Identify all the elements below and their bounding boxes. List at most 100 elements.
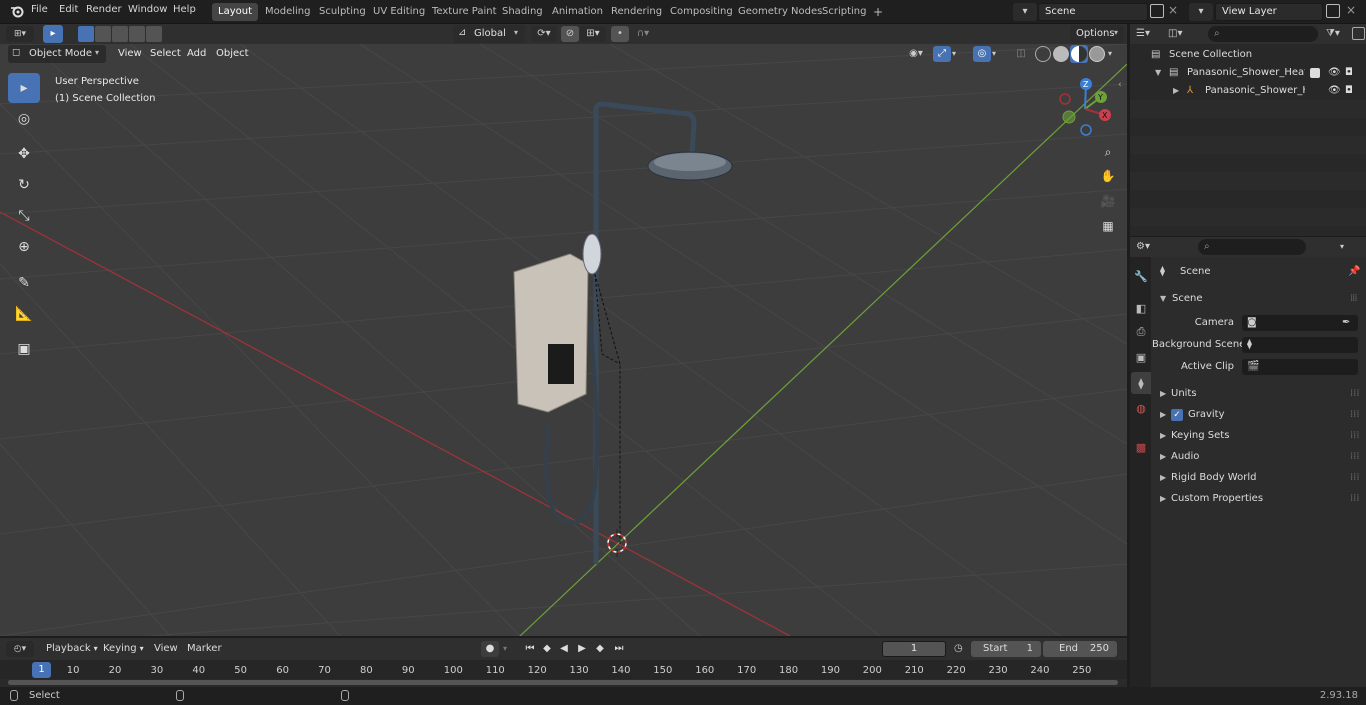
tab-modeling[interactable]: Modeling — [259, 3, 317, 21]
tab-sculpting[interactable]: Sculpting — [313, 3, 372, 21]
sidebar-toggle-icon[interactable]: ‹ — [1118, 80, 1122, 90]
scene-tab-icon[interactable]: ⧫ — [1131, 372, 1151, 394]
pivot-point-icon[interactable]: ⟳▾ — [531, 26, 557, 42]
select-mode-invert-icon[interactable] — [129, 26, 145, 42]
proportional-falloff-icon[interactable]: ∩▾ — [631, 26, 655, 42]
ortho-toggle-icon[interactable]: ▦ — [1098, 216, 1118, 236]
gravity-panel-header[interactable]: ▶ ✓ Gravity ⁞⁞⁞ — [1152, 405, 1366, 425]
add-workspace-button[interactable]: + — [867, 3, 889, 21]
properties-editor-type-icon[interactable]: ⚙▾ — [1136, 239, 1162, 255]
viewport-menu-select[interactable]: Select — [150, 48, 181, 59]
delete-view-layer-icon[interactable]: × — [1346, 3, 1356, 17]
gizmo-dropdown-icon[interactable]: ▾ — [952, 46, 964, 62]
3d-viewport[interactable]: ◻ Object Mode ▾ View Select Add Object ◉… — [0, 44, 1127, 636]
tab-rendering[interactable]: Rendering — [605, 3, 668, 21]
select-mode-new-icon[interactable] — [78, 26, 94, 42]
rotate-tool-icon[interactable]: ↻ — [8, 170, 40, 200]
drag-handle-icon[interactable]: ⁞⁞⁞ — [1350, 289, 1357, 309]
tab-scripting[interactable]: Scripting — [816, 3, 872, 21]
viewport-menu-object[interactable]: Object — [216, 48, 249, 59]
rigid-body-world-panel-header[interactable]: ▶ Rigid Body World ⁞⁞⁞ — [1152, 468, 1366, 488]
display-mode-icon[interactable]: ◫▾ — [1168, 26, 1194, 42]
gravity-checkbox[interactable]: ✓ — [1171, 409, 1183, 421]
scale-tool-icon[interactable]: ⤡ — [8, 201, 40, 231]
select-mode-subtract-icon[interactable] — [112, 26, 128, 42]
timeline-view-menu[interactable]: View — [154, 643, 178, 654]
properties-search-input[interactable]: ⌕ — [1198, 239, 1306, 255]
camera-view-icon[interactable]: 🎥 — [1098, 191, 1118, 211]
measure-tool-icon[interactable]: 📐 — [8, 299, 40, 329]
outliner-scene-collection[interactable]: ▤ Scene Collection — [1133, 46, 1366, 64]
select-box-tool-icon[interactable]: ▸ — [8, 73, 40, 103]
units-panel-header[interactable]: ▶ Units ⁞⁞⁞ — [1152, 384, 1366, 404]
eyedropper-icon[interactable]: ✒ — [1342, 313, 1350, 333]
preview-range-icon[interactable]: ◷ — [954, 641, 968, 657]
play-reverse-icon[interactable]: ◀ — [556, 641, 572, 657]
jump-keyframe-forward-icon[interactable]: ◆ — [592, 641, 608, 657]
current-frame-field[interactable]: 1 — [882, 641, 946, 657]
navigation-gizmo[interactable]: Z Y X — [1055, 74, 1120, 139]
keying-options-icon[interactable]: ▾ — [503, 641, 515, 657]
view-layer-field[interactable]: View Layer — [1215, 3, 1323, 21]
render-tab-icon[interactable]: ◧ — [1131, 297, 1151, 319]
visibility-selectability-icon[interactable]: ◉▾ — [903, 46, 929, 62]
select-tool-icon[interactable]: ▸ — [43, 25, 63, 43]
outliner-item-shower-collection[interactable]: ▼ ▤ Panasonic_Shower_Heater_Le 👁 ◘ — [1133, 64, 1366, 82]
cursor-tool-icon[interactable]: ◎ — [8, 104, 40, 134]
menu-render[interactable]: Render — [86, 4, 122, 15]
timeline-editor-type-icon[interactable]: ◴▾ — [6, 641, 34, 657]
menu-edit[interactable]: Edit — [59, 4, 78, 15]
camera-field[interactable]: ◙ ✒ — [1242, 315, 1358, 331]
gizmo-toggle-icon[interactable]: ⤢ — [933, 46, 951, 62]
menu-help[interactable]: Help — [173, 4, 196, 15]
tab-uv-editing[interactable]: UV Editing — [367, 3, 431, 21]
view-layer-tab-icon[interactable]: ▣ — [1131, 346, 1151, 368]
drag-handle-icon[interactable]: ⁞⁞⁞ — [1350, 384, 1360, 404]
expand-arrow-icon[interactable]: ▶ — [1173, 82, 1179, 100]
drag-handle-icon[interactable]: ⁞⁞⁞ — [1350, 468, 1360, 488]
background-scene-field[interactable]: ⧫ — [1242, 337, 1358, 353]
play-icon[interactable]: ▶ — [574, 641, 590, 657]
viewport-menu-add[interactable]: Add — [187, 48, 206, 59]
pin-icon[interactable]: 📌 — [1348, 262, 1360, 282]
end-frame-field[interactable]: End 250 — [1043, 641, 1117, 657]
drag-handle-icon[interactable]: ⁞⁞⁞ — [1350, 489, 1360, 509]
overlays-dropdown-icon[interactable]: ▾ — [992, 46, 1004, 62]
keying-menu[interactable]: Keying ▾ — [97, 640, 147, 658]
drag-handle-icon[interactable]: ⁞⁞⁞ — [1350, 426, 1360, 446]
drag-handle-icon[interactable]: ⁞⁞⁞ — [1350, 405, 1360, 425]
delete-scene-icon[interactable]: × — [1168, 3, 1178, 17]
shading-material-icon[interactable] — [1070, 45, 1088, 63]
outliner-search-input[interactable]: ⌕ — [1208, 26, 1318, 42]
properties-options-icon[interactable]: ▾ — [1340, 239, 1360, 255]
menu-file[interactable]: File — [31, 4, 48, 15]
timeline-scrollbar[interactable] — [8, 680, 1118, 685]
camera-icon[interactable]: ◘ — [1345, 64, 1353, 82]
jump-end-icon[interactable]: ⏭ — [611, 641, 627, 657]
texture-tab-icon[interactable]: ▩ — [1131, 436, 1151, 458]
drag-handle-icon[interactable]: ⁞⁞⁞ — [1350, 447, 1360, 467]
keying-sets-panel-header[interactable]: ▶ Keying Sets ⁞⁞⁞ — [1152, 426, 1366, 446]
new-collection-icon[interactable] — [1352, 27, 1365, 40]
new-view-layer-icon[interactable] — [1326, 4, 1340, 18]
world-tab-icon[interactable]: ◍ — [1131, 397, 1151, 419]
tool-tab-icon[interactable]: 🔧 — [1131, 265, 1151, 287]
current-frame-marker[interactable]: 1 — [32, 662, 51, 678]
blender-logo-icon[interactable] — [10, 4, 24, 18]
object-mode-dropdown[interactable]: ◻ Object Mode ▾ — [8, 45, 106, 63]
new-scene-icon[interactable] — [1150, 4, 1164, 18]
transform-tool-icon[interactable]: ⊕ — [8, 232, 40, 262]
jump-keyframe-back-icon[interactable]: ◆ — [539, 641, 555, 657]
transform-orientation-dropdown[interactable]: ⊿ Global ▾ — [453, 25, 525, 43]
tab-texture-paint[interactable]: Texture Paint — [426, 3, 503, 21]
shading-solid-icon[interactable] — [1053, 46, 1069, 62]
snap-target-icon[interactable]: ⊞▾ — [580, 26, 606, 42]
custom-properties-panel-header[interactable]: ▶ Custom Properties ⁞⁞⁞ — [1152, 489, 1366, 509]
filter-icon[interactable]: ⧩▾ — [1326, 26, 1350, 42]
pan-hand-icon[interactable]: ✋ — [1098, 166, 1118, 186]
menu-window[interactable]: Window — [128, 4, 167, 15]
move-tool-icon[interactable]: ✥ — [8, 139, 40, 169]
auto-keying-icon[interactable]: ● — [481, 641, 499, 657]
overlays-toggle-icon[interactable]: ◎ — [973, 46, 991, 62]
tab-geometry-nodes[interactable]: Geometry Nodes — [732, 3, 828, 21]
